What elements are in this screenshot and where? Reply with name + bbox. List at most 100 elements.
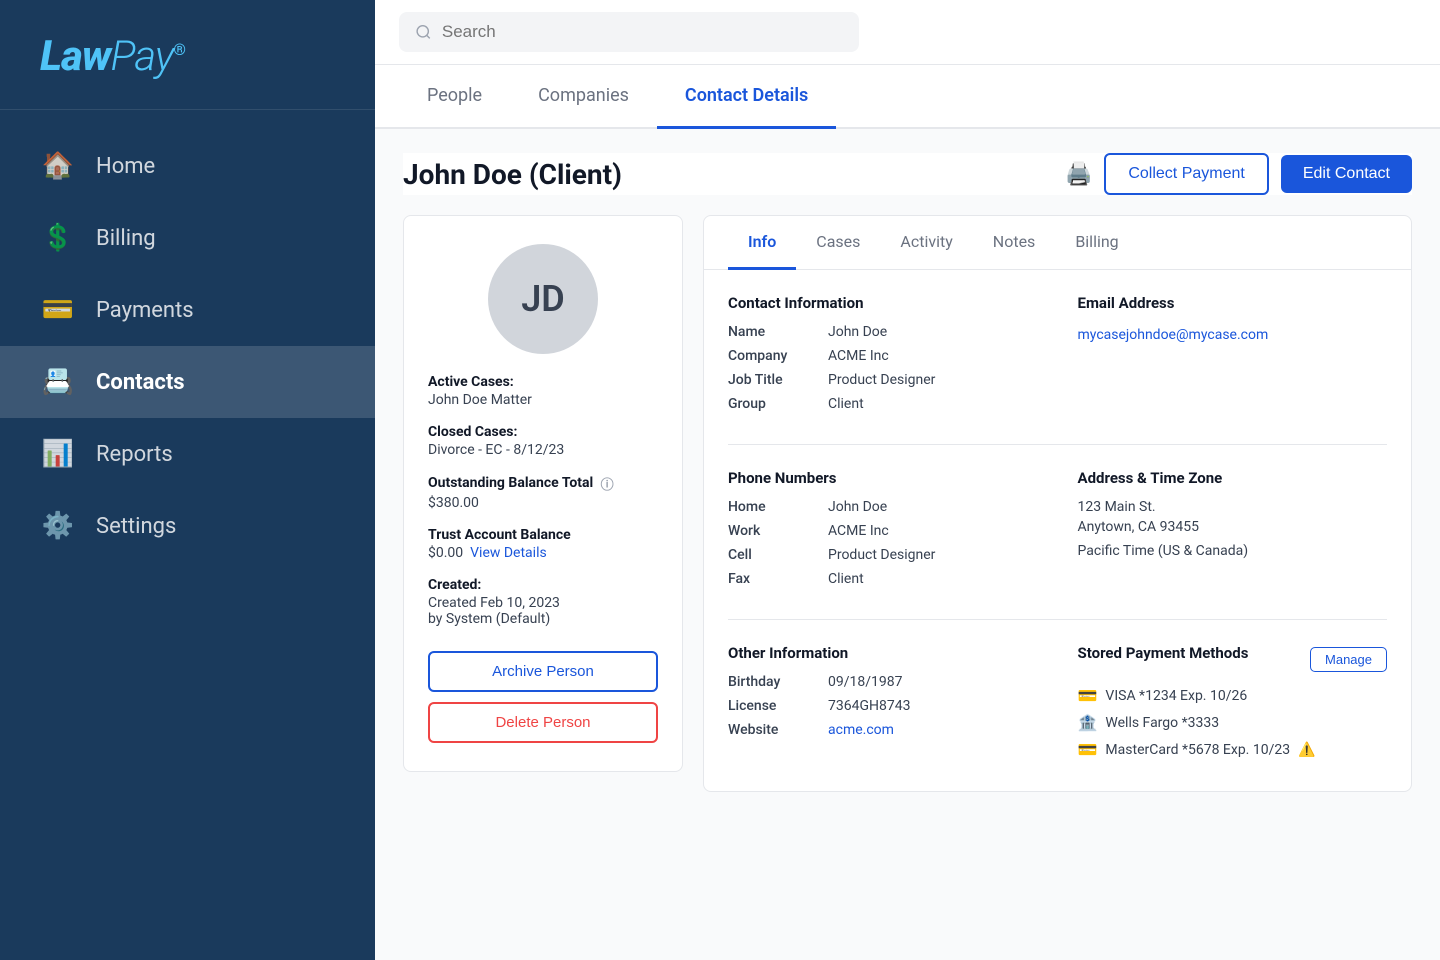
page-title: John Doe (Client) [403, 158, 622, 191]
manage-button[interactable]: Manage [1310, 647, 1387, 672]
fax-value: Client [828, 571, 864, 587]
sidebar-item-label: Payments [96, 298, 194, 323]
fax-row: Fax Client [728, 571, 1038, 587]
contacts-icon: 📇 [40, 364, 76, 400]
address-title: Address & Time Zone [1078, 469, 1388, 487]
license-label: License [728, 698, 828, 714]
phone-title: Phone Numbers [728, 469, 1038, 487]
main-area: People Companies Contact Details John Do… [375, 0, 1440, 960]
detail-tab-cases[interactable]: Cases [796, 216, 880, 270]
info-icon: ⓘ [601, 478, 614, 493]
sidebar-item-label: Contacts [96, 370, 185, 395]
website-link[interactable]: acme.com [828, 722, 894, 738]
name-label: Name [728, 324, 828, 340]
logo: LawPay® [40, 32, 335, 81]
payment-item-wells-fargo: 🏦 Wells Fargo *3333 [1078, 713, 1388, 732]
timezone: Pacific Time (US & Canada) [1078, 543, 1388, 559]
active-cases-section: Active Cases: John Doe Matter [428, 374, 658, 408]
edit-contact-button[interactable]: Edit Contact [1281, 155, 1412, 193]
contact-header: John Doe (Client) 🖨️ Collect Payment Edi… [403, 153, 1412, 195]
group-value: Client [828, 396, 864, 412]
active-cases-value: John Doe Matter [428, 392, 658, 408]
trust-balance-section: Trust Account Balance $0.00 View Details [428, 527, 658, 561]
right-panel: Info Cases Activity Notes Billing Contac… [703, 215, 1412, 792]
website-label: Website [728, 722, 828, 738]
other-payment-grid: Other Information Birthday 09/18/1987 Li… [728, 644, 1387, 767]
mastercard-text: MasterCard *5678 Exp. 10/23 [1105, 742, 1290, 758]
sidebar-item-billing[interactable]: 💲 Billing [0, 202, 375, 274]
outstanding-balance-section: Outstanding Balance Total ⓘ $380.00 [428, 474, 658, 511]
email-section: Email Address mycasejohndoe@mycase.com [1078, 294, 1388, 420]
sidebar-item-label: Home [96, 154, 155, 179]
cell-value: Product Designer [828, 547, 935, 563]
sidebar-item-label: Reports [96, 442, 173, 467]
billing-icon: 💲 [40, 220, 76, 256]
collect-payment-button[interactable]: Collect Payment [1104, 153, 1269, 195]
created-value: Created Feb 10, 2023 [428, 595, 658, 611]
search-bar [375, 0, 1440, 65]
detail-tab-notes[interactable]: Notes [973, 216, 1056, 270]
bank-icon: 🏦 [1078, 713, 1098, 732]
other-info-section: Other Information Birthday 09/18/1987 Li… [728, 644, 1038, 767]
birthday-row: Birthday 09/18/1987 [728, 674, 1038, 690]
payment-methods-title: Stored Payment Methods [1078, 644, 1249, 662]
fax-label: Fax [728, 571, 828, 587]
detail-tab-activity[interactable]: Activity [880, 216, 972, 270]
birthday-label: Birthday [728, 674, 828, 690]
sidebar-item-payments[interactable]: 💳 Payments [0, 274, 375, 346]
sidebar-nav: 🏠 Home 💲 Billing 💳 Payments 📇 Contacts 📊… [0, 110, 375, 960]
search-input[interactable] [442, 22, 843, 42]
top-info-grid: Contact Information Name John Doe Compan… [728, 294, 1387, 445]
group-label: Group [728, 396, 828, 412]
contact-info-title: Contact Information [728, 294, 1038, 312]
detail-tab-info[interactable]: Info [728, 216, 796, 270]
archive-person-button[interactable]: Archive Person [428, 651, 658, 692]
company-label: Company [728, 348, 828, 364]
payment-item-mastercard: 💳 MasterCard *5678 Exp. 10/23 ⚠️ [1078, 740, 1388, 759]
email-title: Email Address [1078, 294, 1388, 312]
detail-tab-billing[interactable]: Billing [1055, 216, 1138, 270]
sidebar-item-home[interactable]: 🏠 Home [0, 130, 375, 202]
work-phone-row: Work ACME Inc [728, 523, 1038, 539]
tab-people[interactable]: People [399, 65, 510, 129]
left-info: Active Cases: John Doe Matter Closed Cas… [428, 374, 658, 643]
created-by: by System (Default) [428, 611, 658, 627]
left-actions: Archive Person Delete Person [428, 651, 658, 743]
search-input-wrap[interactable] [399, 12, 859, 52]
tab-companies[interactable]: Companies [510, 65, 657, 129]
sidebar-item-settings[interactable]: ⚙️ Settings [0, 490, 375, 562]
birthday-value: 09/18/1987 [828, 674, 903, 690]
payments-icon: 💳 [40, 292, 76, 328]
sidebar-item-label: Settings [96, 514, 176, 539]
mastercard-icon: 💳 [1078, 740, 1098, 759]
view-details-link[interactable]: View Details [470, 545, 547, 561]
sidebar-item-reports[interactable]: 📊 Reports [0, 418, 375, 490]
company-row: Company ACME Inc [728, 348, 1038, 364]
sidebar-item-contacts[interactable]: 📇 Contacts [0, 346, 375, 418]
cell-label: Cell [728, 547, 828, 563]
visa-text: VISA *1234 Exp. 10/26 [1105, 688, 1247, 704]
detail-tabs: Info Cases Activity Notes Billing [704, 216, 1411, 270]
trust-value: $0.00 View Details [428, 545, 658, 561]
email-link[interactable]: mycasejohndoe@mycase.com [1078, 327, 1269, 343]
address-line1: 123 Main St. [1078, 499, 1388, 515]
delete-person-button[interactable]: Delete Person [428, 702, 658, 743]
closed-cases-value: Divorce - EC - 8/12/23 [428, 442, 658, 458]
home-value: John Doe [828, 499, 887, 515]
tab-contact-details[interactable]: Contact Details [657, 65, 836, 129]
reports-icon: 📊 [40, 436, 76, 472]
phone-section: Phone Numbers Home John Doe Work ACME In… [728, 469, 1038, 595]
address-line2: Anytown, CA 93455 [1078, 519, 1388, 535]
home-icon: 🏠 [40, 148, 76, 184]
two-column-layout: JD Active Cases: John Doe Matter Closed … [403, 215, 1412, 792]
sidebar: LawPay® 🏠 Home 💲 Billing 💳 Payments 📇 Co… [0, 0, 375, 960]
cell-phone-row: Cell Product Designer [728, 547, 1038, 563]
visa-card-icon: 💳 [1078, 686, 1098, 705]
print-icon[interactable]: 🖨️ [1065, 162, 1092, 187]
other-info-title: Other Information [728, 644, 1038, 662]
outstanding-value: $380.00 [428, 495, 658, 511]
logo-area: LawPay® [0, 0, 375, 110]
header-actions: 🖨️ Collect Payment Edit Contact [1065, 153, 1412, 195]
settings-icon: ⚙️ [40, 508, 76, 544]
license-row: License 7364GH8743 [728, 698, 1038, 714]
